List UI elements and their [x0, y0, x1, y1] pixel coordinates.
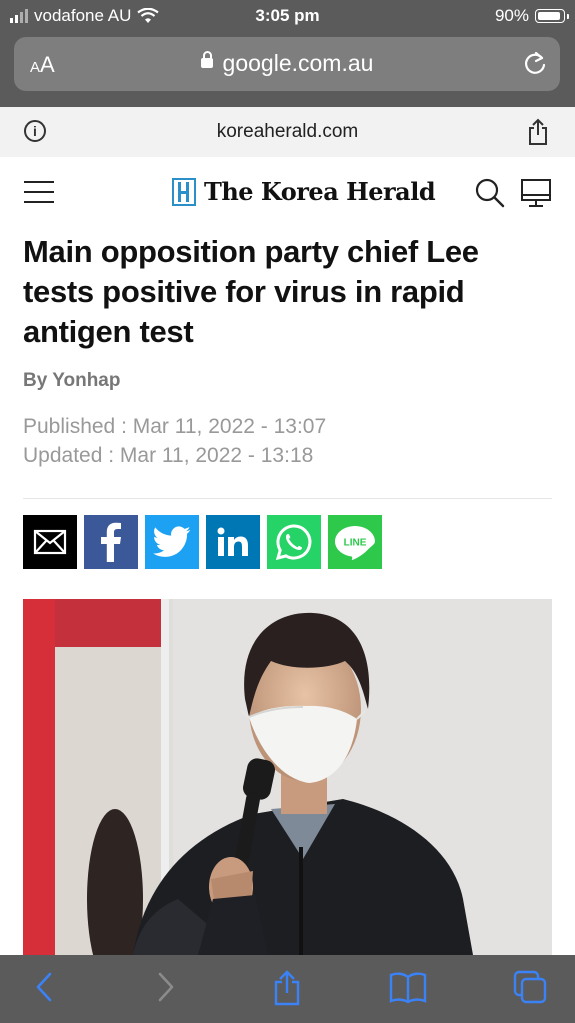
article-byline: By Yonhap	[23, 370, 121, 391]
share-icon	[529, 118, 547, 145]
desktop-icon	[521, 179, 551, 207]
url-display[interactable]: google.com.au	[14, 50, 560, 77]
desktop-view-button[interactable]	[520, 177, 552, 214]
url-text: google.com.au	[222, 50, 374, 76]
share-button[interactable]	[272, 969, 302, 1012]
article-dates: Published : Mar 11, 2022 - 13:07 Updated…	[23, 412, 553, 470]
share-buttons: LINE	[23, 515, 553, 569]
site-share-button[interactable]	[527, 118, 549, 151]
linkedin-share-button[interactable]	[206, 515, 260, 569]
article-photo	[23, 599, 552, 955]
status-bar: vodafone AU 3:05 pm 90%	[0, 0, 575, 33]
back-button[interactable]	[32, 969, 56, 1010]
hamburger-menu-icon[interactable]	[24, 181, 54, 205]
browser-address-area: AA google.com.au	[0, 33, 575, 107]
line-icon: LINE	[335, 526, 375, 560]
battery-icon	[535, 9, 569, 23]
updated-date: Updated : Mar 11, 2022 - 13:18	[23, 444, 314, 467]
twitter-share-button[interactable]	[145, 515, 199, 569]
reload-button[interactable]	[522, 49, 548, 82]
reload-icon	[524, 51, 546, 74]
battery-percent: 90%	[494, 6, 529, 25]
photo-of-man-with-microphone	[23, 599, 552, 955]
logo-text: The Korea Herald	[204, 177, 436, 206]
facebook-share-button[interactable]	[84, 515, 138, 569]
email-share-button[interactable]	[23, 515, 77, 569]
search-icon	[475, 178, 505, 208]
divider	[23, 498, 552, 499]
bookmarks-button[interactable]	[388, 969, 428, 1010]
bookmarks-icon	[389, 972, 427, 1004]
forward-icon	[158, 972, 174, 1002]
battery: 90%	[494, 6, 569, 26]
linkedin-icon	[217, 527, 248, 556]
published-date: Published : Mar 11, 2022 - 13:07	[23, 415, 327, 438]
line-label: LINE	[344, 538, 367, 549]
tabs-icon	[513, 970, 547, 1004]
whatsapp-icon	[275, 524, 312, 561]
search-button[interactable]	[474, 177, 506, 214]
back-icon	[36, 972, 52, 1002]
article-headline: Main opposition party chief Lee tests po…	[23, 234, 479, 349]
browser-toolbar	[0, 955, 575, 1023]
herald-logo-icon	[172, 177, 196, 206]
tabs-button[interactable]	[512, 969, 548, 1010]
site-logo[interactable]: The Korea Herald	[172, 177, 436, 206]
facebook-icon	[101, 522, 121, 562]
site-domain[interactable]: koreaherald.com	[0, 121, 575, 143]
address-bar[interactable]: AA google.com.au	[14, 37, 560, 91]
forward-button[interactable]	[154, 969, 178, 1010]
article: Main opposition party chief Lee tests po…	[23, 232, 553, 569]
amp-site-bar: i koreaherald.com	[0, 107, 575, 157]
twitter-icon	[153, 526, 191, 557]
clock: 3:05 pm	[255, 6, 320, 25]
site-header: The Korea Herald	[0, 157, 575, 233]
email-icon	[33, 529, 67, 555]
line-share-button[interactable]: LINE	[328, 515, 382, 569]
share-icon	[274, 970, 300, 1006]
whatsapp-share-button[interactable]	[267, 515, 321, 569]
lock-icon	[200, 50, 213, 68]
